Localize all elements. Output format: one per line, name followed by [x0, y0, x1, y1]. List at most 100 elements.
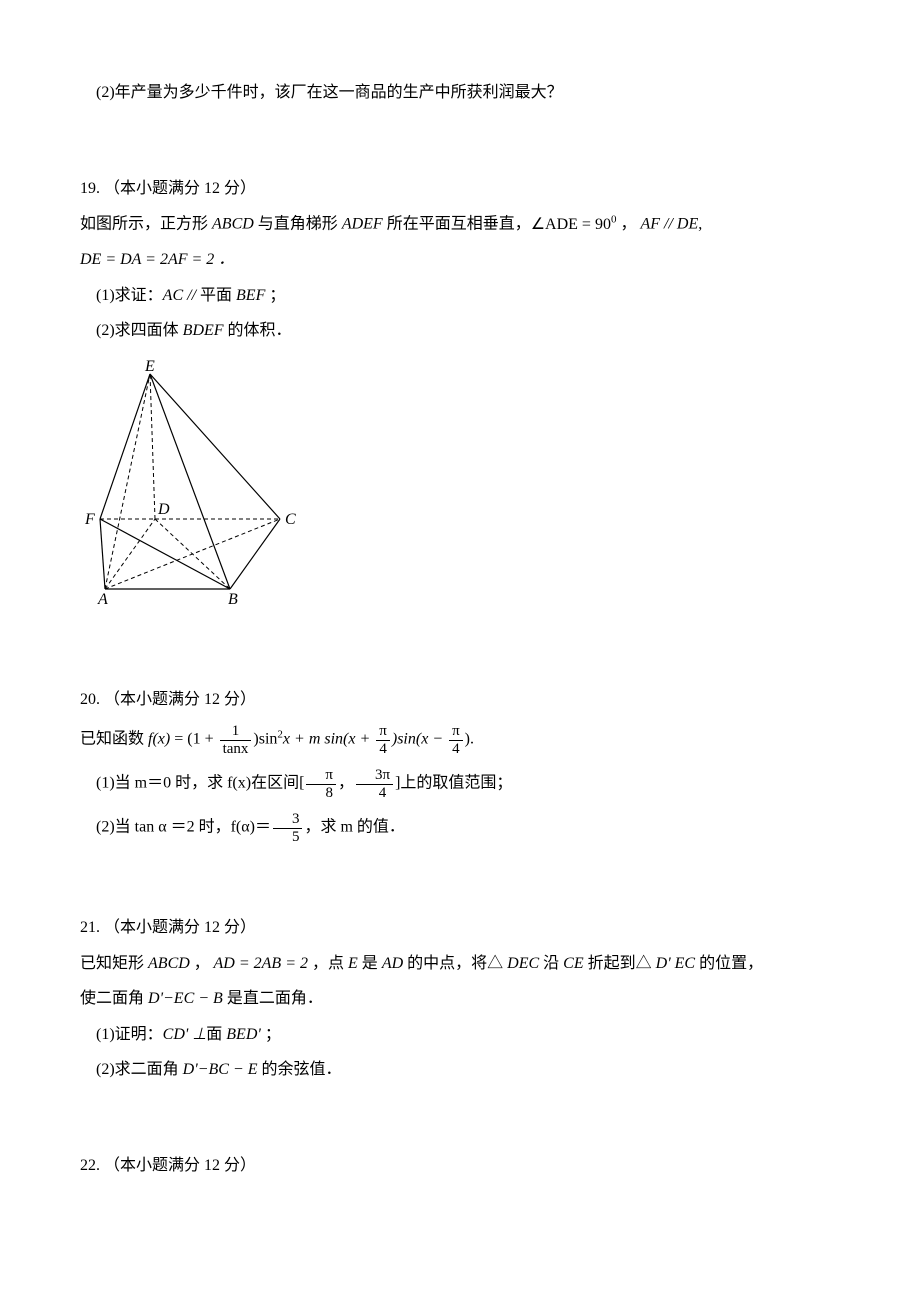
q20-header: 20. （本小题满分 12 分） — [80, 687, 860, 713]
fraction-3-5: 35 — [273, 811, 303, 845]
label-D: D — [157, 501, 170, 518]
eq: = (1 + — [170, 731, 217, 748]
q21-header: 21. （本小题满分 12 分） — [80, 915, 860, 941]
figure-svg: E F D C A B — [80, 359, 305, 609]
var: AD — [378, 955, 407, 972]
q21-sub2: (2)求二面角 D'−BC − E 的余弦值． — [80, 1057, 860, 1083]
text: (2)求四面体 — [96, 322, 183, 339]
dihedral: D'−BC − E — [179, 1061, 262, 1078]
q18-sub2-text: (2)年产量为多少千件时，该厂在这一商品的生产中所获利润最大？ — [80, 80, 860, 106]
var-bdef: BDEF — [183, 322, 224, 339]
den: tanx — [220, 740, 252, 758]
text: ]上的取值范围； — [395, 775, 512, 792]
text: ，求 m 的值． — [304, 819, 404, 836]
text: 所在平面互相垂直， — [387, 216, 531, 233]
text: ，点 — [312, 955, 344, 972]
question-22: 22. （本小题满分 12 分） — [80, 1153, 860, 1179]
text: 已知矩形 — [80, 955, 144, 972]
label-A: A — [97, 591, 108, 608]
den: 8 — [306, 784, 336, 802]
dihedral: D'−EC − B — [144, 990, 227, 1007]
eq: AD = 2AB = 2 — [210, 955, 312, 972]
fraction-1-tanx: 1tanx — [220, 723, 252, 757]
text: 的体积． — [224, 322, 292, 339]
text: ). — [465, 731, 474, 748]
solid-edges — [100, 374, 280, 589]
geometry-figure: E F D C A B — [80, 359, 860, 618]
label-C: C — [285, 511, 296, 528]
den: 4 — [356, 784, 393, 802]
q21-sub1: (1)证明：CD' ⊥面 BED' ； — [80, 1022, 860, 1048]
text: (1)求证： — [96, 287, 163, 304]
question-19: 19. （本小题满分 12 分） 如图所示，正方形 ABCD 与直角梯形 ADE… — [80, 176, 860, 618]
text: ， — [616, 216, 640, 233]
text: (1)当 m＝0 时，求 f(x)在区间[ — [96, 775, 304, 792]
num: π — [449, 723, 463, 740]
text: , — [698, 216, 702, 233]
text: 的位置， — [699, 955, 763, 972]
q19-sub1: (1)求证：AC // 平面 BEF ； — [80, 283, 860, 309]
text: (2)求二面角 — [96, 1061, 179, 1078]
var-bef: BEF — [236, 287, 265, 304]
var: E — [344, 955, 362, 972]
var: CE — [559, 955, 587, 972]
text: ； — [265, 287, 285, 304]
text: ， — [194, 955, 210, 972]
question-20: 20. （本小题满分 12 分） 已知函数 f(x) = (1 + 1tanx)… — [80, 687, 860, 845]
var: BED' — [226, 1026, 261, 1043]
text: 的余弦值． — [261, 1061, 341, 1078]
text: 是 — [362, 955, 378, 972]
label-E: E — [144, 359, 155, 375]
text: 平面 — [200, 287, 236, 304]
var: ABCD — [144, 955, 194, 972]
text: (2)当 tan α ＝2 时，f(α)＝ — [96, 819, 271, 836]
text: )sin(x − — [392, 731, 447, 748]
text: 与直角梯形 — [258, 216, 338, 233]
q20-body: 已知函数 f(x) = (1 + 1tanx)sin2x + m sin(x +… — [80, 723, 860, 757]
expr: CD' ⊥ — [163, 1026, 207, 1043]
q21-line1: 已知矩形 ABCD ， AD = 2AB = 2 ，点 E 是 AD 的中点，将… — [80, 951, 860, 977]
den: 4 — [376, 740, 390, 758]
q19-sub2: (2)求四面体 BDEF 的体积． — [80, 318, 860, 344]
var-adef: ADEF — [338, 216, 387, 233]
text: )sin — [253, 731, 277, 748]
num: 3π — [356, 767, 393, 784]
text: 折起到△ — [588, 955, 652, 972]
num: π — [376, 723, 390, 740]
num: π — [306, 767, 336, 784]
fraction-pi-8: π8 — [306, 767, 336, 801]
den: 4 — [449, 740, 463, 758]
q20-sub2: (2)当 tan α ＝2 时，f(α)＝35，求 m 的值． — [80, 811, 860, 845]
q21-line2: 使二面角 D'−EC − B 是直二面角． — [80, 986, 860, 1012]
angle-text: ∠ADE = 90 — [531, 216, 611, 233]
expr: AC // — [163, 287, 200, 304]
var: DEC — [503, 955, 543, 972]
q22-header: 22. （本小题满分 12 分） — [80, 1153, 860, 1179]
fraction-3pi-4: 3π4 — [356, 767, 393, 801]
text: 的中点，将△ — [407, 955, 503, 972]
text: x + m sin(x + — [283, 731, 374, 748]
text: 面 — [206, 1026, 226, 1043]
q19-body: 如图所示，正方形 ABCD 与直角梯形 ADEF 所在平面互相垂直，∠ADE =… — [80, 211, 860, 237]
den: 5 — [273, 828, 303, 846]
text: 沿 — [543, 955, 559, 972]
text: 已知函数 — [80, 731, 148, 748]
text: 使二面角 — [80, 990, 144, 1007]
text: ， — [338, 775, 354, 792]
text: ； — [261, 1026, 281, 1043]
var-abcd: ABCD — [208, 216, 258, 233]
question-18-part2: (2)年产量为多少千件时，该厂在这一商品的生产中所获利润最大？ — [80, 80, 860, 106]
var: D' EC — [652, 955, 699, 972]
num: 3 — [273, 811, 303, 828]
parallel-expr: AF // DE — [640, 216, 698, 233]
angle-expr: ∠ADE = 900 — [531, 216, 617, 233]
fx: f(x) — [148, 731, 170, 748]
labels: E F D C A B — [84, 359, 296, 608]
text: 是直二面角． — [227, 990, 323, 1007]
fraction-pi-4a: π4 — [376, 723, 390, 757]
question-21: 21. （本小题满分 12 分） 已知矩形 ABCD ， AD = 2AB = … — [80, 915, 860, 1083]
fraction-pi-4b: π4 — [449, 723, 463, 757]
text: (1)证明： — [96, 1026, 163, 1043]
q20-sub1: (1)当 m＝0 时，求 f(x)在区间[π8，3π4]上的取值范围； — [80, 767, 860, 801]
q19-header: 19. （本小题满分 12 分） — [80, 176, 860, 202]
